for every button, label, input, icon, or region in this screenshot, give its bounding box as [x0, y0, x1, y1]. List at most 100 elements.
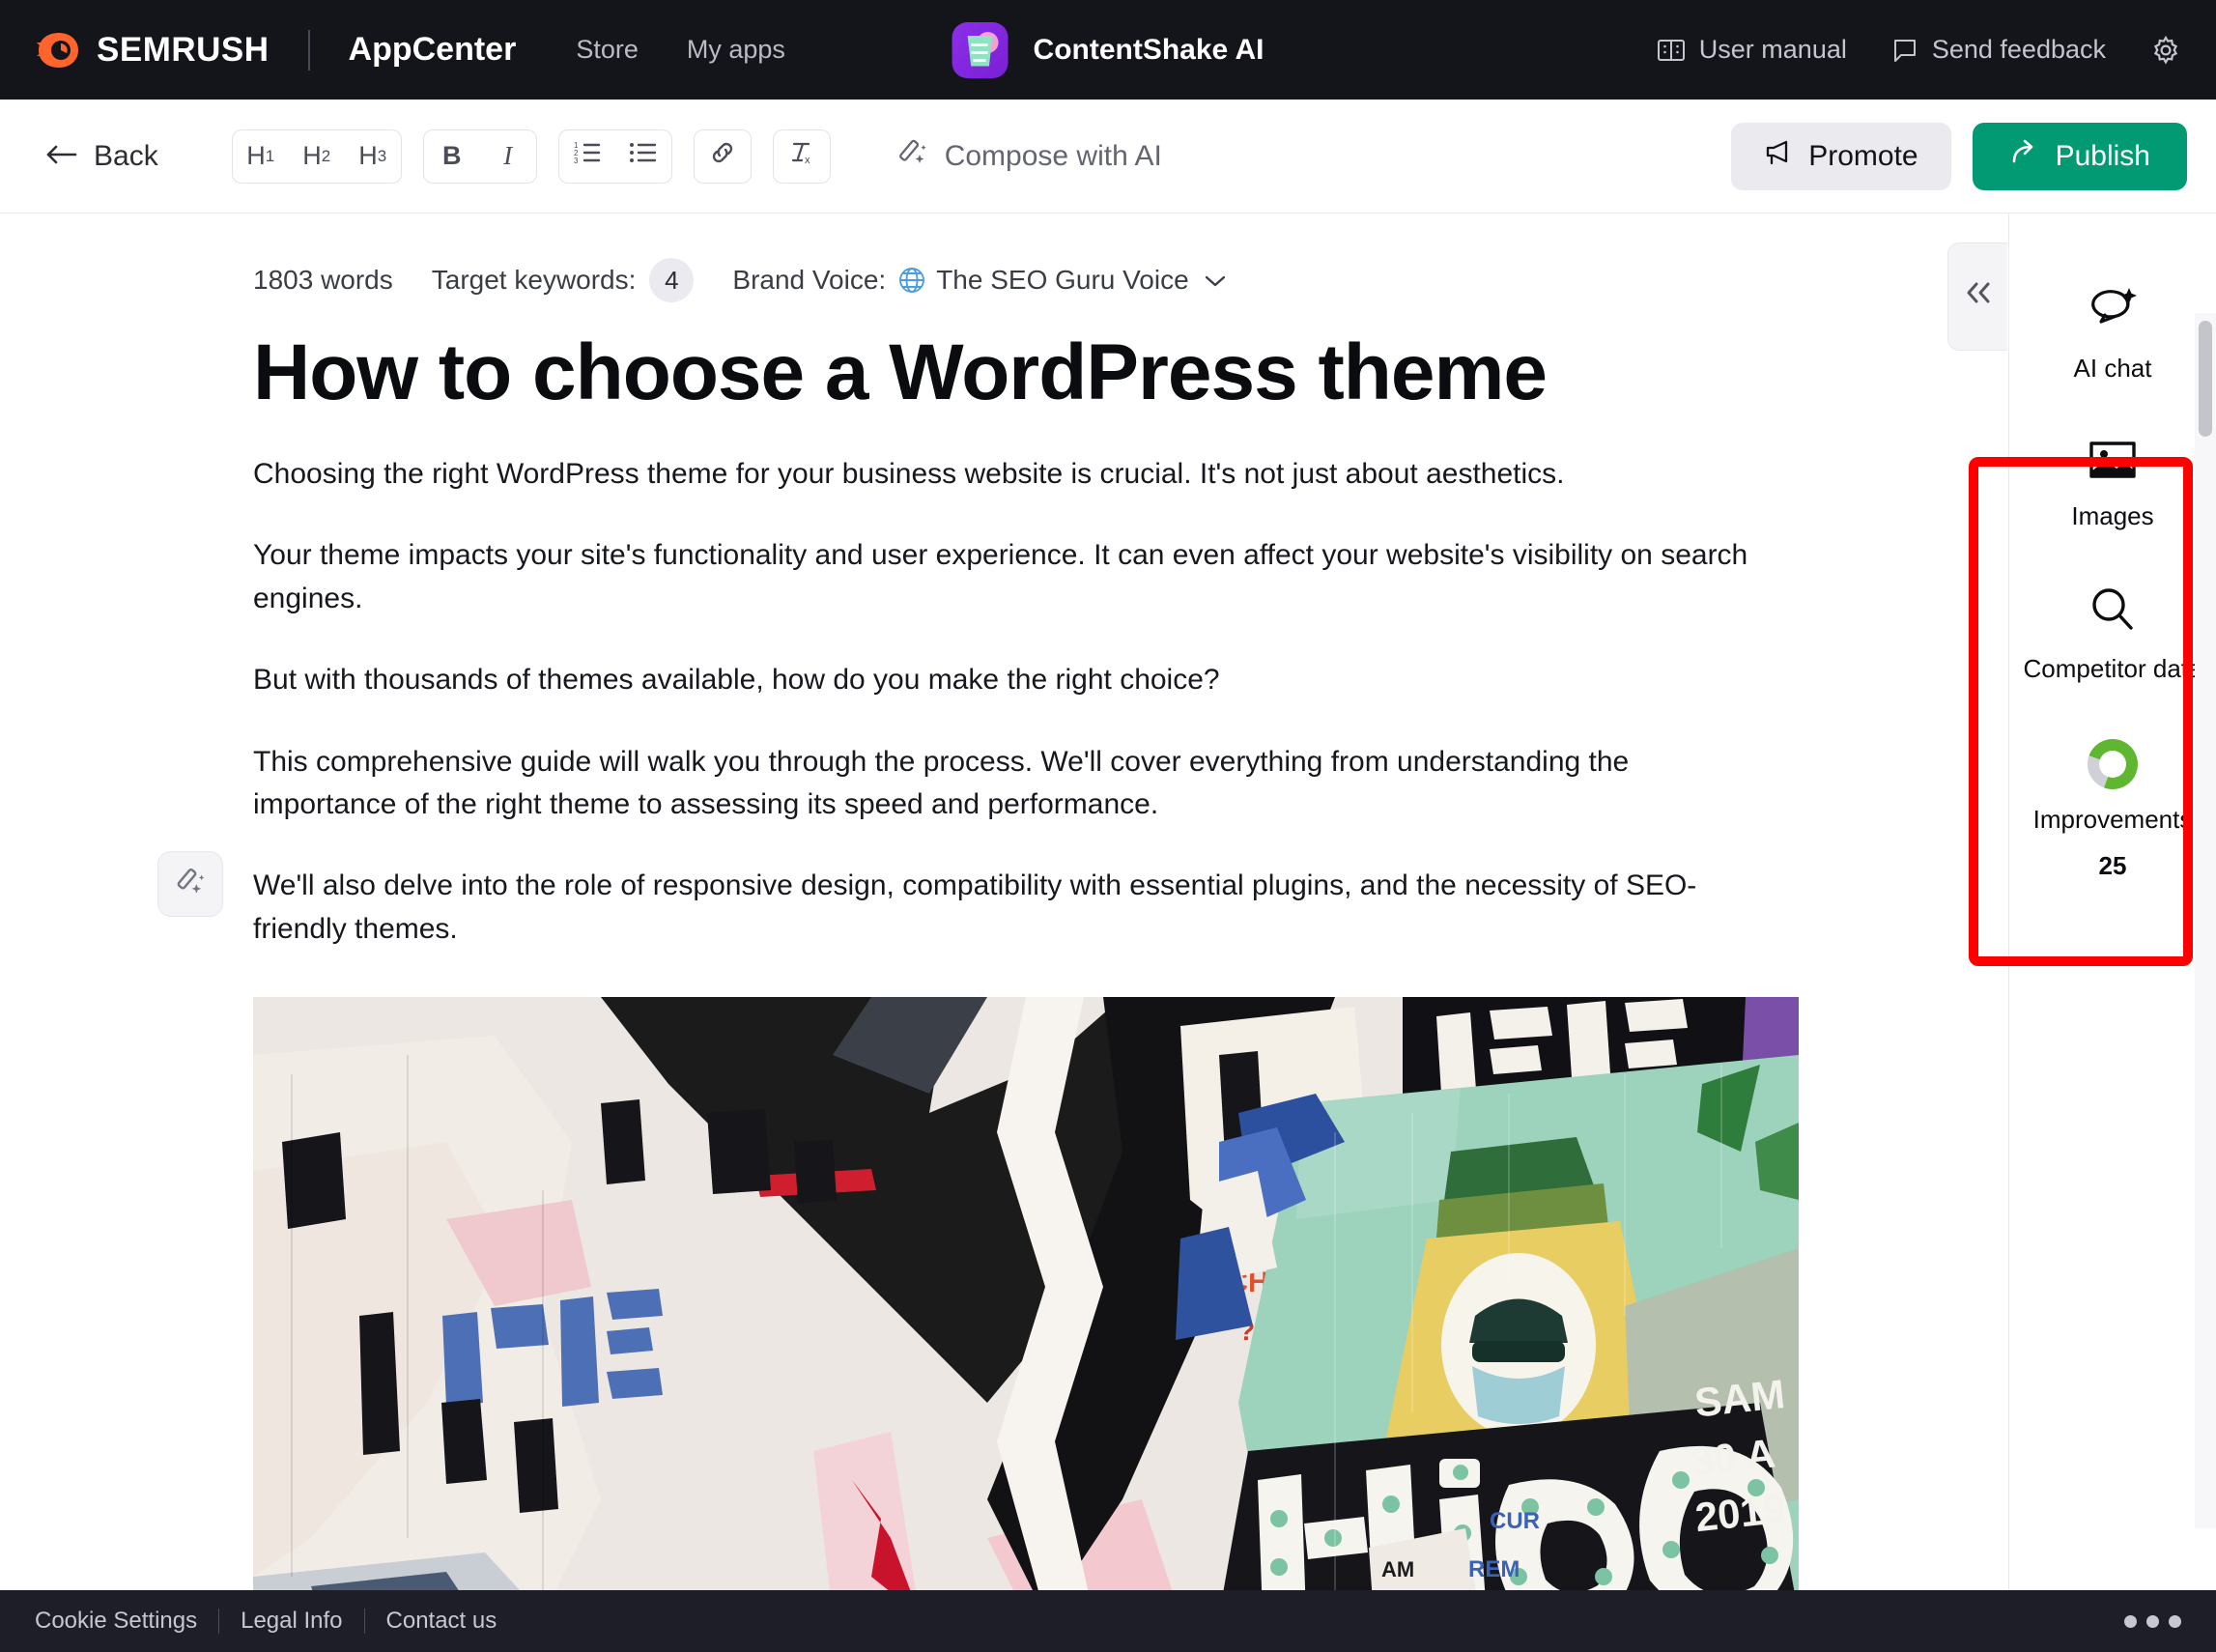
svg-text:2019: 2019 [1692, 1486, 1787, 1541]
brand-area: SEMRUSH AppCenter [35, 29, 517, 71]
document-meta-bar: 1803 words Target keywords: 4 Brand Voic… [0, 214, 2008, 302]
rail-item-competitor-data[interactable]: Competitor data [2009, 560, 2216, 714]
document-body[interactable]: Choosing the right WordPress theme for y… [253, 453, 1779, 951]
send-feedback-label: Send feedback [1931, 35, 2106, 64]
h1-sub: 1 [265, 146, 275, 165]
contact-us-link[interactable]: Contact us [386, 1608, 497, 1635]
link-button-group [693, 128, 752, 184]
arrow-left-icon [44, 140, 77, 173]
svg-text:30 A: 30 A [1689, 1431, 1777, 1485]
legal-info-link[interactable]: Legal Info [241, 1608, 342, 1635]
inline-ai-assist-button[interactable] [157, 851, 223, 917]
cookie-settings-link[interactable]: Cookie Settings [35, 1608, 197, 1635]
user-manual-link[interactable]: User manual [1657, 35, 1847, 65]
rail-label-images: Images [2071, 500, 2154, 530]
main-content-area: 1803 words Target keywords: 4 Brand Voic… [0, 214, 2216, 1590]
ordered-list-button[interactable]: 1 2 3 [559, 130, 615, 183]
h2-label: H [302, 141, 322, 170]
page-footer: Cookie Settings Legal Info Contact us [0, 1590, 2216, 1652]
svg-text:REM: REM [1468, 1556, 1520, 1582]
paragraph-2[interactable]: Your theme impacts your site's functiona… [253, 534, 1779, 620]
heading-2-button[interactable]: H2 [289, 130, 345, 183]
publish-label: Publish [2055, 139, 2150, 172]
text-style-button-group: B I [422, 128, 537, 184]
ellipsis-icon[interactable] [2124, 1614, 2181, 1628]
appcenter-label[interactable]: AppCenter [349, 31, 517, 69]
top-nav-links: Store My apps [576, 35, 785, 65]
bullet-list-button[interactable] [615, 130, 671, 183]
bold-button[interactable]: B [424, 130, 480, 183]
svg-text:x: x [805, 155, 810, 166]
page-title[interactable]: How to choose a WordPress theme [253, 330, 2008, 414]
paragraph-3[interactable]: But with thousands of themes available, … [253, 659, 1779, 701]
insert-link-button[interactable] [695, 130, 751, 183]
footer-divider-1 [218, 1609, 220, 1634]
current-app-title: ContentShake AI [952, 21, 1264, 78]
italic-button[interactable]: I [480, 130, 536, 183]
back-label: Back [94, 139, 158, 172]
h2-sub: 2 [321, 146, 331, 165]
gear-icon [2150, 35, 2181, 66]
compose-with-ai-button[interactable]: Compose with AI [896, 137, 1162, 176]
svg-text:CUR: CUR [1490, 1508, 1540, 1534]
back-button[interactable]: Back [44, 140, 158, 173]
h3-sub: 3 [377, 146, 387, 165]
paragraph-1[interactable]: Choosing the right WordPress theme for y… [253, 453, 1779, 496]
chevron-down-icon[interactable] [1203, 271, 1228, 289]
link-icon [708, 138, 737, 174]
rail-item-improvements[interactable]: Improvements 25 [2009, 714, 2216, 910]
paragraph-5[interactable]: We'll also delve into the role of respon… [253, 865, 1779, 951]
user-manual-label: User manual [1698, 35, 1847, 64]
semrush-wordmark: SEMRUSH [97, 30, 270, 69]
compose-with-ai-label: Compose with AI [944, 139, 1162, 172]
clear-formatting-button[interactable]: x [774, 130, 830, 183]
contentshake-app-icon [952, 21, 1009, 78]
megaphone-icon [1764, 139, 1793, 174]
settings-button[interactable] [2150, 35, 2181, 66]
improvements-count: 25 [2098, 850, 2127, 880]
send-feedback-link[interactable]: Send feedback [1891, 35, 2106, 65]
rail-item-images[interactable]: Images [2009, 413, 2216, 561]
heading-3-button[interactable]: H3 [345, 130, 401, 183]
rail-label-ai-chat: AI chat [2073, 354, 2152, 383]
target-keywords-label: Target keywords: [431, 265, 637, 295]
collapse-panel-button[interactable] [1947, 242, 2007, 351]
book-icon [1657, 38, 1686, 63]
page-scrollbar[interactable] [2195, 313, 2216, 1528]
heading-1-button[interactable]: H1 [233, 130, 289, 183]
ai-chat-icon [2086, 285, 2140, 338]
scrollbar-thumb[interactable] [2199, 321, 2212, 437]
publish-button[interactable]: Publish [1972, 122, 2187, 190]
magic-wand-icon [896, 137, 929, 176]
brand-voice-label: Brand Voice: [732, 265, 887, 295]
svg-text:SAM: SAM [1692, 1371, 1787, 1425]
right-side-panel: AI chat Images Competitor data Improveme… [1947, 214, 2216, 1590]
h1-label: H [246, 141, 266, 170]
document-editor[interactable]: 1803 words Target keywords: 4 Brand Voic… [0, 214, 2008, 1590]
ordered-list-icon: 1 2 3 [573, 140, 602, 172]
svg-text:AM: AM [1381, 1557, 1414, 1581]
app-name-label: ContentShake AI [1033, 33, 1264, 66]
clear-format-group: x [772, 128, 831, 184]
bullet-list-icon [629, 140, 658, 172]
brand-voice-value[interactable]: The SEO Guru Voice [936, 265, 1188, 296]
promote-button[interactable]: Promote [1731, 122, 1951, 190]
rail-item-ai-chat[interactable]: AI chat [2009, 260, 2216, 413]
target-keywords-badge[interactable]: 4 [649, 258, 695, 302]
nav-store[interactable]: Store [576, 35, 639, 65]
article-hero-image[interactable]: LIB ET (LI ICH ? [253, 997, 1799, 1590]
speech-bubble-icon [1891, 37, 1918, 64]
semrush-logo[interactable]: SEMRUSH [35, 31, 270, 70]
list-button-group: 1 2 3 [557, 128, 672, 184]
magic-wand-icon [173, 866, 208, 903]
word-count: 1803 words [253, 265, 393, 295]
paragraph-4[interactable]: This comprehensive guide will walk you t… [253, 741, 1779, 827]
semrush-mark-icon [37, 32, 78, 68]
top-navigation-bar: SEMRUSH AppCenter Store My apps ContentS… [0, 0, 2216, 100]
globe-icon [897, 266, 926, 295]
promote-label: Promote [1808, 139, 1918, 172]
nav-my-apps[interactable]: My apps [687, 35, 785, 65]
svg-text:3: 3 [574, 157, 579, 165]
heading-button-group: H1 H2 H3 [231, 128, 402, 184]
search-icon [2088, 585, 2137, 639]
